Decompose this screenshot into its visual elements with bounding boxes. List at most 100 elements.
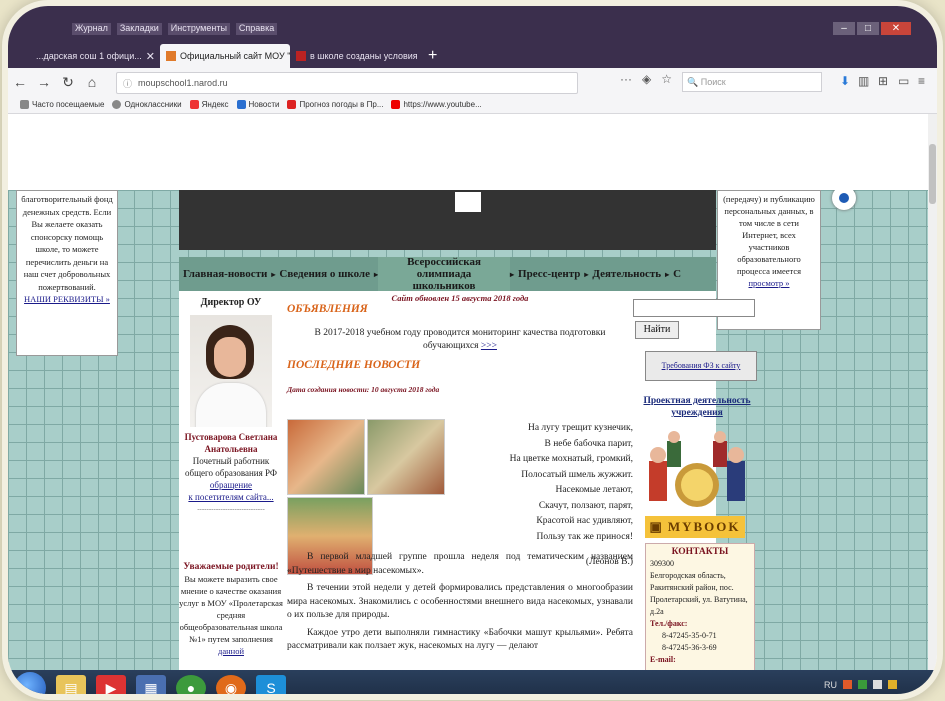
site-header — [179, 190, 716, 250]
bookmark-label: Прогноз погоды в Пр... — [299, 100, 384, 109]
poem-line: Скачут, ползают, парят, — [538, 500, 633, 511]
address-bar[interactable]: ⓘ moupschool1.narod.ru — [116, 72, 578, 94]
bookmark-most-visited[interactable]: Часто посещаемые — [20, 100, 104, 109]
volume-icon[interactable] — [888, 680, 897, 689]
start-button[interactable] — [14, 672, 46, 694]
mybook-banner[interactable]: ▣ MYBOOK — [645, 516, 745, 538]
media-player-icon[interactable]: ▶ — [96, 675, 126, 694]
site-info-icon[interactable]: ⓘ — [123, 77, 132, 90]
director-name: Пустоварова Светлана Анатольевна — [184, 432, 278, 454]
nav-home-news[interactable]: Главная-новости — [179, 268, 271, 280]
menu-item-bookmarks[interactable]: Закладки — [116, 23, 162, 35]
minimize-button[interactable]: – — [833, 22, 855, 35]
bookmark-odnoklassniki[interactable]: Одноклассники — [112, 100, 182, 109]
hamburger-menu-icon[interactable]: ≡ — [918, 74, 925, 88]
contacts-title: КОНТАКТЫ — [671, 547, 729, 557]
reload-icon[interactable]: ↻ — [56, 74, 80, 91]
requirements-button[interactable]: Требования ФЗ к сайту — [645, 351, 757, 381]
site-updated: Сайт обновлен 15 августа 2018 года — [391, 293, 529, 303]
library-icon[interactable]: ▥ — [858, 74, 869, 88]
site-favicon-icon — [166, 51, 176, 61]
ads-more-link[interactable]: >>> — [481, 341, 497, 351]
menu-item-tools[interactable]: Инструменты — [167, 23, 230, 35]
calculator-icon[interactable]: ▦ — [136, 675, 166, 694]
search-icon: 🔍 — [687, 76, 701, 87]
requisites-link[interactable]: НАШИ РЕКВИЗИТЫ » — [24, 294, 110, 304]
parents-block: Уважаемые родители! Вы можете выразить с… — [179, 561, 283, 657]
poem-line: Красотой нас удивляют, — [536, 516, 633, 526]
network-icon[interactable] — [858, 680, 867, 689]
sidebar-icon[interactable]: ▭ — [898, 74, 909, 88]
sync-icon[interactable]: ⊞ — [878, 74, 888, 88]
news-paragraph: В течении этой недели у детей формировал… — [287, 583, 633, 620]
gear-icon — [20, 100, 29, 109]
nav-school-info[interactable]: Сведения о школе — [275, 268, 374, 280]
parents-text: Вы можете выразить свое мнение о качеств… — [179, 574, 283, 644]
close-tab-icon[interactable]: ✕ — [146, 50, 155, 63]
pocket-icon[interactable]: ◈ — [642, 72, 651, 86]
poem-line: На цветке мохнатый, громкий, — [509, 454, 633, 464]
find-button[interactable]: Найти — [635, 321, 679, 339]
contacts-box: КОНТАКТЫ 309300 Белгородская область, Ра… — [645, 543, 755, 670]
news-date: Дата создания новости: 10 августа 2018 г… — [287, 385, 440, 394]
accessibility-eye-icon[interactable] — [832, 190, 856, 210]
download-icon[interactable]: ⬇ — [840, 74, 850, 88]
news-body: В первой младшей группе прошла неделя по… — [287, 551, 633, 654]
bookmark-weather[interactable]: Прогноз погоды в Пр... — [287, 100, 383, 109]
tab-conditions[interactable]: в школе созданы условия д... ✕ — [290, 44, 420, 68]
bookmark-star-icon[interactable]: ☆ — [661, 72, 672, 86]
maximize-button[interactable]: □ — [857, 22, 879, 35]
menu-item-help[interactable]: Справка — [235, 23, 278, 35]
news-paragraph: Каждое утро дети выполняли гимнастику «Б… — [287, 627, 633, 652]
site-search-input[interactable] — [633, 299, 755, 317]
left-column: Директор ОУ Пустоварова Светлана Анатоль… — [179, 291, 283, 515]
poem-line: Насекомые летают, — [555, 485, 633, 495]
firefox-icon[interactable]: ◉ — [216, 675, 246, 694]
tray-app-icon[interactable] — [843, 680, 852, 689]
home-icon[interactable]: ⌂ — [80, 74, 104, 90]
globe-icon — [112, 100, 122, 109]
director-title: Директор ОУ — [200, 297, 262, 308]
yandex-icon — [189, 100, 199, 109]
page-scrollbar[interactable] — [928, 114, 937, 670]
book-icon: ▣ — [649, 519, 664, 534]
tab-school-1[interactable]: ...дарская сош 1 офици... ✕ — [30, 44, 160, 68]
yandex-favicon-icon — [296, 51, 306, 61]
menu-item-journal[interactable]: Журнал — [72, 23, 111, 35]
news-photo-1[interactable] — [287, 419, 365, 495]
file-explorer-icon[interactable]: ▤ — [56, 675, 86, 694]
bookmark-yandex[interactable]: Яндекс — [189, 100, 229, 109]
poem: На лугу трещит кузнечик, В небе бабочка … — [467, 421, 633, 571]
appeal-link[interactable]: обращение — [210, 480, 252, 490]
page-actions-icon[interactable]: ··· — [620, 72, 632, 86]
scrollbar-thumb[interactable] — [929, 144, 936, 204]
postal-index: 309300 — [650, 559, 674, 568]
new-tab-button[interactable]: + — [420, 44, 445, 68]
back-icon[interactable]: ← — [8, 74, 32, 90]
project-activity-link[interactable]: Проектная деятельность учреждения — [633, 395, 761, 419]
bookmark-youtube[interactable]: https://www.youtube... — [391, 100, 482, 109]
language-indicator[interactable]: RU — [824, 680, 837, 690]
skype-icon[interactable]: S — [256, 675, 286, 694]
chrome-icon[interactable]: ● — [176, 675, 206, 694]
tab-strip: ...дарская сош 1 офици... ✕ Официальный … — [30, 44, 445, 68]
parents-link[interactable]: данной — [218, 646, 244, 656]
flag-icon[interactable] — [873, 680, 882, 689]
window-controls: – □ ✕ — [833, 22, 911, 35]
bookmark-label: Яндекс — [201, 100, 229, 109]
view-link[interactable]: просмотр » — [749, 278, 790, 288]
bookmark-news[interactable]: Новости — [236, 100, 279, 109]
news-title: ПОСЛЕДНИЕ НОВОСТИ — [287, 359, 421, 371]
nav-activity[interactable]: Деятельность — [588, 268, 665, 280]
forward-icon[interactable]: → — [32, 74, 56, 90]
nav-more[interactable]: С — [669, 268, 685, 280]
news-photo-2[interactable] — [367, 419, 445, 495]
nav-press-center[interactable]: Пресс-центр — [514, 268, 584, 280]
director-photo — [190, 315, 272, 427]
nav-olympiad[interactable]: Всероссийская олимпиада школьников — [378, 257, 510, 291]
address: Белгородская область, Ракитянский район,… — [650, 571, 748, 616]
close-window-button[interactable]: ✕ — [881, 22, 911, 35]
search-bar[interactable]: 🔍 Поиск — [682, 72, 822, 92]
tab-official-site[interactable]: Официальный сайт МОУ "Пр... ✕ — [160, 44, 290, 68]
ads-paragraph: В 2017-2018 учебном году проводится мони… — [287, 327, 633, 353]
